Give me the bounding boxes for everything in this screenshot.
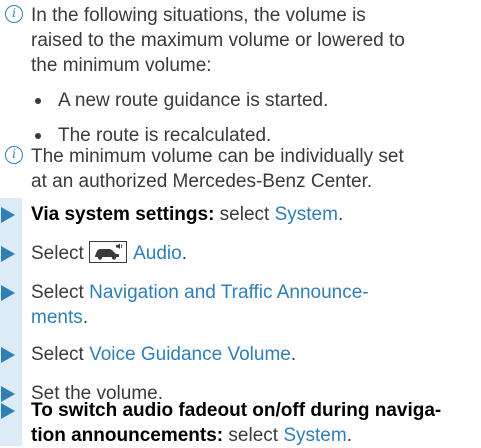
info-icon: i	[5, 5, 23, 23]
info-icon: i	[5, 146, 23, 164]
step-plain-text: Select	[31, 282, 90, 303]
step-plain-text: select	[214, 204, 275, 225]
info-note-line: the minimum volume:	[31, 55, 212, 76]
step-arrow-icon	[1, 403, 15, 419]
car-audio-icon	[89, 241, 128, 263]
step-text: Select Audio.	[31, 241, 471, 266]
manual-page: i In the following situations, the volum…	[0, 0, 481, 446]
info-note-text: The minimum volume can be individually s…	[31, 144, 461, 194]
step-bold-text: Via system settings:	[31, 204, 215, 225]
navigation-traffic-announcements-link[interactable]: Navigation and Traffic Announce-	[89, 282, 369, 303]
step-text: Via system settings: select System.	[31, 202, 471, 227]
step-bold-text: tion announcements:	[31, 425, 224, 446]
step-period: .	[290, 344, 297, 365]
step-period: .	[346, 425, 352, 446]
step-arrow-icon	[1, 347, 15, 363]
step-plain-text: select	[223, 425, 284, 446]
step-arrow-icon	[1, 386, 15, 402]
info-note-line: raised to the maximum volume or lowered …	[31, 30, 405, 51]
system-link[interactable]: System	[283, 425, 346, 446]
info-note-text: In the following situations, the volume …	[31, 3, 461, 78]
step-text: To switch audio fadeout on/off during na…	[31, 398, 471, 448]
step-bold-text: To switch audio fadeout on/off during na…	[31, 400, 442, 421]
navigation-traffic-announcements-link-cont[interactable]: ments	[31, 307, 83, 328]
step-arrow-icon	[1, 207, 15, 223]
voice-guidance-volume-link[interactable]: Voice Guidance Volume	[89, 344, 291, 365]
step-text: Select Navigation and Traffic Announce- …	[31, 280, 471, 330]
audio-link[interactable]: Audio	[133, 243, 182, 264]
info-note-line: The minimum volume can be individually s…	[31, 146, 404, 167]
step-plain-text: Select	[31, 243, 90, 264]
list-item-text: A new route guidance is started.	[58, 90, 329, 111]
step-period: .	[181, 243, 187, 264]
bullet-dot	[35, 133, 41, 139]
step-arrow-icon	[1, 246, 15, 262]
step-text: Select Voice Guidance Volume.	[31, 342, 471, 367]
step-plain-text: Select	[31, 344, 90, 365]
step-period: .	[82, 307, 89, 328]
step-arrow-icon	[1, 285, 15, 301]
system-link[interactable]: System	[275, 204, 338, 225]
step-period: .	[337, 204, 344, 225]
bullet-dot	[35, 98, 41, 104]
info-note-line: In the following situations, the volume …	[31, 5, 366, 26]
info-note-line: at an authorized Mercedes-Benz Center.	[31, 171, 373, 192]
